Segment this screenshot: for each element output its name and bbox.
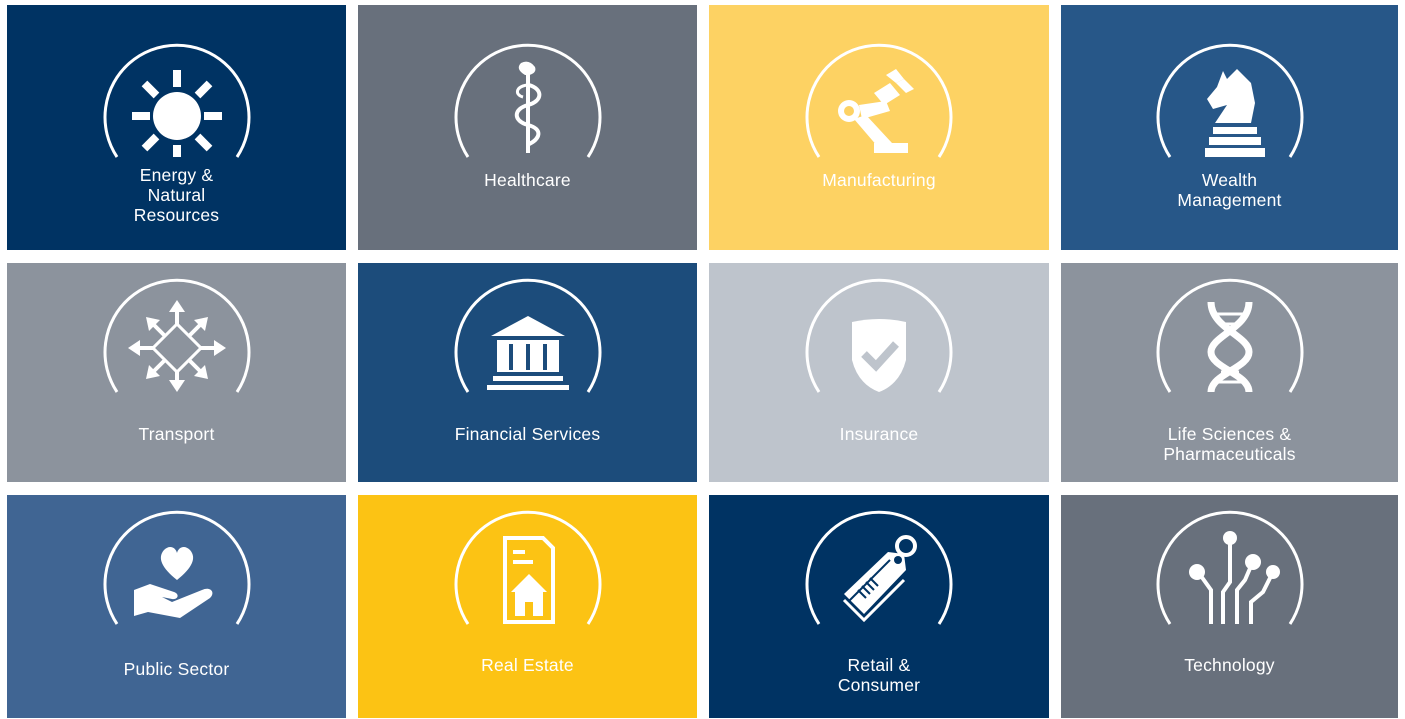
tile-label: Healthcare <box>484 170 571 190</box>
price-tag-icon <box>805 510 953 625</box>
caduceus-icon <box>454 43 601 158</box>
tile-insurance[interactable]: Insurance <box>709 263 1049 482</box>
tile-label: Public Sector <box>123 659 230 679</box>
tile-label: Transport <box>138 424 215 444</box>
tile-label: Life Sciences & Pharmaceuticals <box>1163 424 1296 464</box>
tile-label: Manufacturing <box>822 170 936 190</box>
tile-real-estate[interactable]: Real Estate <box>358 495 697 718</box>
arrows-icon <box>103 278 250 393</box>
bank-icon <box>454 278 601 393</box>
tile-public-sector[interactable]: Public Sector <box>7 495 346 718</box>
property-document-icon <box>454 510 601 625</box>
hand-heart-icon <box>103 510 250 625</box>
tile-transport[interactable]: Transport <box>7 263 346 482</box>
tile-energy[interactable]: Energy & Natural Resources <box>7 5 346 250</box>
tile-label: Retail & Consumer <box>837 655 921 695</box>
sun-icon <box>103 43 250 158</box>
shield-check-icon <box>805 278 953 393</box>
tile-label: Technology <box>1184 655 1275 675</box>
tile-label: Financial Services <box>454 424 601 444</box>
industry-grid: Energy & Natural Resources Healthcare Ma… <box>0 0 1405 719</box>
chess-knight-icon <box>1156 43 1303 158</box>
circuit-icon <box>1156 510 1303 625</box>
tile-retail[interactable]: Retail & Consumer <box>709 495 1049 718</box>
dna-icon <box>1156 278 1303 393</box>
tile-label: Wealth Management <box>1177 170 1282 210</box>
tile-label: Insurance <box>839 424 919 444</box>
robot-arm-icon <box>805 43 953 158</box>
tile-label: Energy & Natural Resources <box>133 165 220 225</box>
tile-wealth-management[interactable]: Wealth Management <box>1061 5 1398 250</box>
tile-manufacturing[interactable]: Manufacturing <box>709 5 1049 250</box>
tile-healthcare[interactable]: Healthcare <box>358 5 697 250</box>
tile-technology[interactable]: Technology <box>1061 495 1398 718</box>
tile-label: Real Estate <box>481 655 574 675</box>
tile-financial-services[interactable]: Financial Services <box>358 263 697 482</box>
tile-life-sciences[interactable]: Life Sciences & Pharmaceuticals <box>1061 263 1398 482</box>
